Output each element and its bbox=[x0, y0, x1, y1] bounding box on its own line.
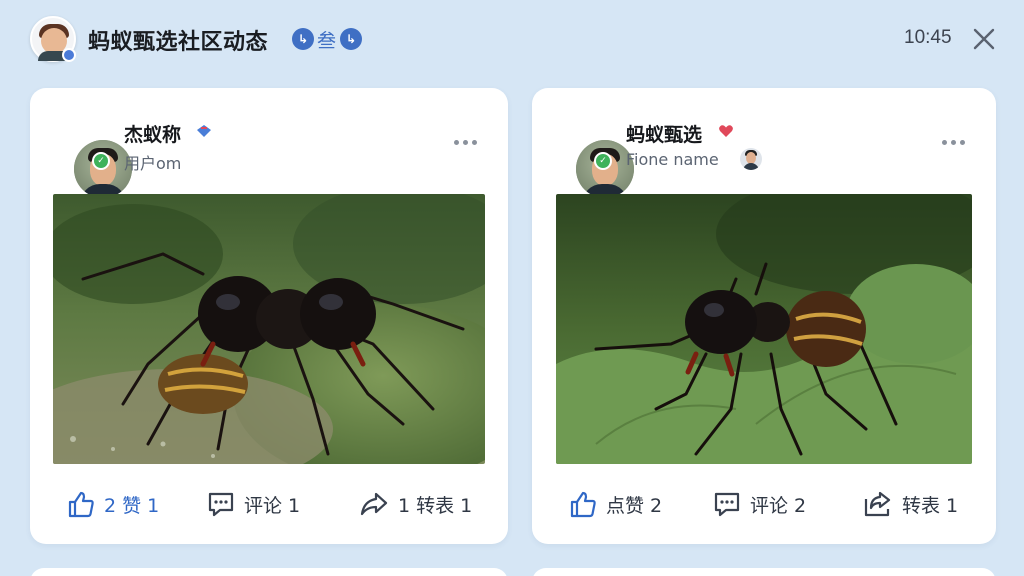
like-count: 2 赞 1 bbox=[104, 494, 160, 517]
clock-time: 10:45 bbox=[904, 27, 952, 48]
comment-button[interactable]: 评论 1 bbox=[206, 484, 300, 524]
user-avatar-icon[interactable] bbox=[30, 16, 76, 62]
author-avatar[interactable]: ✓ bbox=[52, 114, 132, 198]
post-image[interactable] bbox=[556, 194, 972, 464]
comment-count: 评论 1 bbox=[244, 494, 301, 517]
forward-badge-icon[interactable]: ↳ bbox=[340, 28, 362, 50]
verified-check-icon: ✓ bbox=[594, 152, 612, 170]
share-button[interactable]: 转表 1 bbox=[862, 484, 958, 524]
verified-check-icon: ✓ bbox=[92, 152, 110, 170]
post-card-next bbox=[30, 568, 508, 576]
header-badge-text: 叁 bbox=[317, 30, 337, 52]
share-arrow-icon bbox=[360, 492, 388, 516]
like-button[interactable]: 点赞 2 bbox=[568, 484, 662, 524]
share-badge-icon[interactable]: ↳ bbox=[292, 28, 314, 50]
thumbs-up-icon bbox=[68, 491, 94, 518]
post-card: ✓ 蚂蚁甄选 Fione name 点赞 2 评论 2 转表 1 bbox=[532, 88, 996, 544]
share-count: 转表 1 bbox=[902, 494, 959, 517]
author-avatar[interactable]: ✓ bbox=[554, 114, 634, 198]
diamond-badge-icon bbox=[197, 125, 211, 137]
post-actions: 点赞 2 评论 2 转表 1 bbox=[532, 484, 996, 524]
comment-bubble-icon bbox=[714, 492, 740, 517]
share-arrow-icon bbox=[864, 491, 891, 517]
thumbs-up-icon bbox=[570, 491, 596, 518]
share-button[interactable]: 1 转表 1 bbox=[358, 484, 472, 524]
author-name[interactable]: 蚂蚁甄选 bbox=[626, 120, 702, 147]
like-count: 点赞 2 bbox=[606, 494, 663, 517]
post-card-next bbox=[532, 568, 996, 576]
more-dots-icon[interactable] bbox=[942, 130, 972, 145]
post-actions: 2 赞 1 评论 1 1 转表 1 bbox=[30, 484, 508, 524]
author-subtitle: Fione name bbox=[626, 150, 719, 169]
notification-dot bbox=[62, 48, 76, 62]
share-count: 1 转表 1 bbox=[398, 494, 473, 517]
like-button[interactable]: 2 赞 1 bbox=[66, 484, 159, 524]
more-dots-icon[interactable] bbox=[454, 130, 484, 145]
comment-count: 评论 2 bbox=[750, 494, 807, 517]
close-icon[interactable] bbox=[968, 23, 1000, 55]
comment-button[interactable]: 评论 2 bbox=[712, 484, 806, 524]
post-card: ✓ 杰蚁称 用户om 2 赞 1 评论 1 1 转表 1 bbox=[30, 88, 508, 544]
author-subtitle: 用户om bbox=[124, 154, 182, 173]
comment-bubble-icon bbox=[208, 492, 234, 517]
mini-avatar-icon[interactable] bbox=[740, 148, 762, 170]
heart-badge-icon bbox=[719, 125, 733, 137]
app-header: 蚂蚁甄选社区动态 ↳ 叁 ↳ 10:45 bbox=[0, 0, 1024, 78]
page-title: 蚂蚁甄选社区动态 bbox=[88, 30, 269, 55]
post-image[interactable] bbox=[53, 194, 485, 464]
author-name[interactable]: 杰蚁称 bbox=[124, 120, 181, 147]
